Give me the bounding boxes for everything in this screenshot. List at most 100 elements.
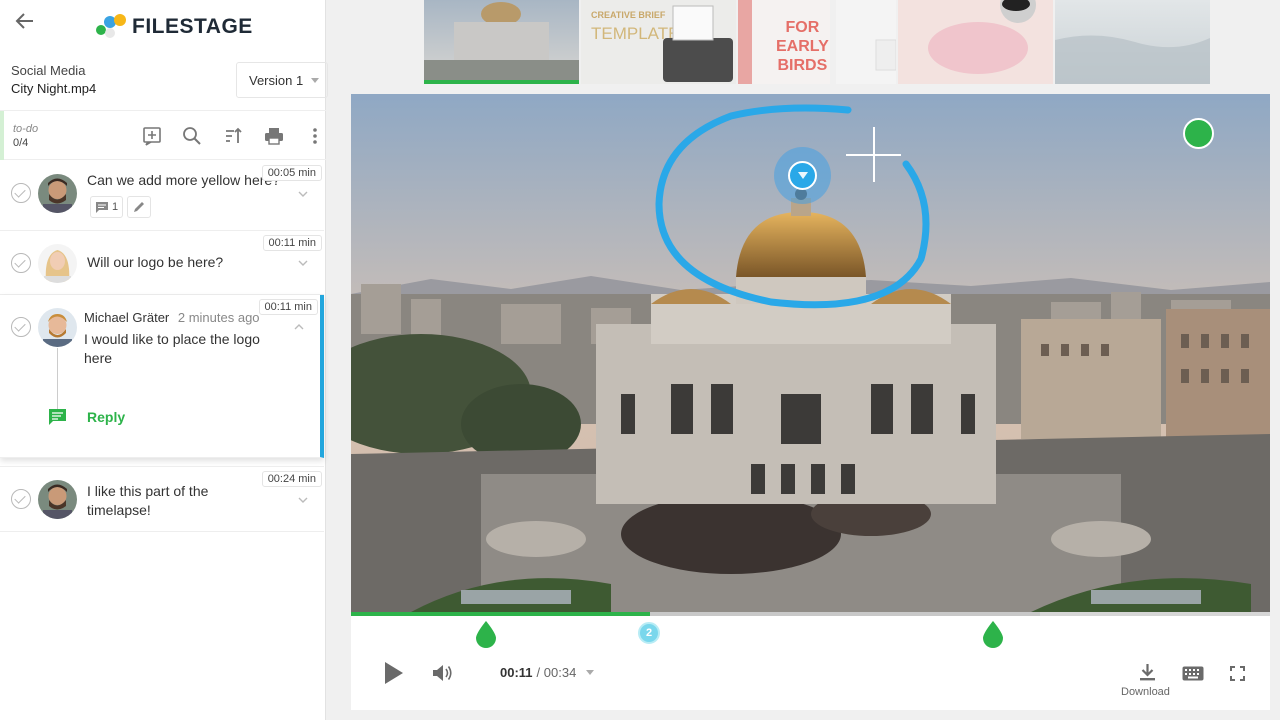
todo-indicator: [0, 111, 4, 160]
annotation-pin[interactable]: [774, 147, 831, 204]
keyboard-icon[interactable]: [1182, 666, 1204, 681]
todo-count: 0/4: [13, 137, 29, 149]
logo-mark-icon: [96, 14, 126, 40]
thread-line: [57, 348, 58, 414]
version-label: Version 1: [249, 72, 304, 88]
avatar: [38, 480, 77, 519]
player-controls: 2 00:11 / 00:34 Download: [351, 612, 1270, 710]
comment-header: Michael Gräter 2 minutes ago: [84, 310, 260, 325]
todo-counter: to-do 0/4: [13, 122, 38, 150]
thumb-accent-bar: [738, 0, 752, 84]
thumb-caption-line: BIRDS: [777, 57, 828, 74]
fullscreen-icon[interactable]: [1230, 666, 1245, 681]
comment-text: Will our logo be here?: [87, 254, 224, 270]
volume-icon[interactable]: [432, 663, 454, 683]
chevron-down-icon: [311, 77, 320, 83]
comment-item[interactable]: Can we add more yellow here? 00:05 min 1: [0, 161, 324, 231]
filmstrip-thumb-palace[interactable]: [424, 0, 579, 84]
more-vertical-icon[interactable]: [304, 125, 326, 147]
comment-timestamp[interactable]: 00:24 min: [261, 471, 322, 487]
comment-marker-group[interactable]: 2: [638, 622, 660, 644]
reply-label: Reply: [87, 409, 126, 425]
avatar: [38, 244, 77, 283]
comment-age: 2 minutes ago: [177, 310, 260, 325]
avatar: [38, 174, 77, 213]
comment-marker[interactable]: [982, 620, 1004, 648]
timeline[interactable]: [351, 612, 1270, 616]
timeline-buffer: [650, 612, 1040, 616]
resolve-checkbox[interactable]: [11, 253, 31, 273]
filmstrip-thumb-desk[interactable]: [836, 0, 896, 84]
typewriter-image: [663, 5, 733, 82]
play-icon[interactable]: [383, 661, 405, 685]
sort-icon[interactable]: [222, 125, 244, 147]
video-viewer[interactable]: [351, 94, 1270, 612]
palace-thumb-image: [424, 2, 579, 84]
comment-text-line: I like this part of the: [87, 483, 209, 499]
todo-label: to-do: [13, 123, 39, 135]
resolve-checkbox[interactable]: [11, 183, 31, 203]
reply-icon: [49, 409, 66, 425]
comment-author: Michael Gräter: [84, 310, 170, 325]
comment-text: I would like to place the logo here: [84, 330, 260, 368]
comment-text-line: here: [84, 350, 113, 366]
comment-item[interactable]: I like this part of the timelapse! 00:24…: [0, 466, 324, 532]
thumb-caption: CREATIVE BRIEF: [591, 10, 666, 20]
version-select[interactable]: Version 1: [236, 62, 328, 98]
sidebar: FILESTAGE Social Media City Night.mp4 Ve…: [0, 0, 328, 720]
chevron-up-icon[interactable]: [294, 322, 304, 332]
water-thumb-image: [1055, 35, 1210, 84]
comment-item-active[interactable]: Michael Gräter 2 minutes ago I would lik…: [0, 295, 324, 458]
filmstrip-thumb-dog[interactable]: [898, 0, 1053, 84]
comment-meta: 1: [90, 196, 152, 218]
resolve-checkbox[interactable]: [11, 317, 31, 337]
back-arrow-icon[interactable]: [14, 10, 36, 32]
thumb-caption-line: EARLY: [776, 38, 829, 55]
replies-count: 1: [112, 201, 119, 213]
comment-text-line: timelapse!: [87, 502, 151, 518]
comment-toolbar: to-do 0/4: [0, 110, 326, 160]
comment-text: Can we add more yellow here?: [87, 172, 280, 188]
timeline-progress: [351, 612, 650, 616]
comment-marker[interactable]: [475, 620, 497, 648]
duration: / 00:34: [536, 665, 577, 680]
file-info: Social Media City Night.mp4: [11, 62, 96, 98]
chevron-down-icon: [586, 670, 595, 675]
thumb-caption-line: FOR: [785, 19, 820, 36]
marker-count: 2: [645, 627, 653, 639]
comment-text: I like this part of the timelapse!: [87, 482, 208, 520]
chevron-down-icon[interactable]: [298, 189, 308, 199]
annotation-chip[interactable]: [127, 196, 152, 218]
comment-timestamp[interactable]: 00:11 min: [258, 299, 318, 315]
app-logo[interactable]: FILESTAGE: [96, 14, 253, 40]
file-name: City Night.mp4: [11, 81, 97, 96]
replies-chip[interactable]: 1: [90, 196, 124, 218]
status-indicator[interactable]: [1183, 118, 1214, 149]
chevron-down-icon[interactable]: [298, 258, 308, 268]
avatar: [38, 308, 77, 347]
comment-timestamp[interactable]: 00:11 min: [262, 235, 322, 251]
print-icon[interactable]: [263, 125, 285, 147]
speech-bubble-icon: [96, 201, 108, 213]
pencil-icon: [134, 202, 145, 212]
chevron-down-icon[interactable]: [298, 495, 308, 505]
annotation-pin-icon: [788, 161, 817, 190]
folder-name: Social Media: [11, 63, 86, 78]
comment-item[interactable]: Will our logo be here? 00:11 min: [0, 231, 324, 295]
add-comment-icon[interactable]: [141, 125, 163, 147]
current-time: 00:11: [500, 665, 533, 680]
thumb-caption: FOR EARLY BIRDS: [776, 18, 829, 75]
reply-button[interactable]: Reply: [48, 408, 125, 426]
filmstrip-thumb-early-birds[interactable]: FOR EARLY BIRDS: [738, 0, 830, 84]
dog-thumb-image: [898, 0, 1053, 84]
resolve-checkbox[interactable]: [11, 489, 31, 509]
app-name: FILESTAGE: [132, 15, 253, 38]
filmstrip-thumb-brief[interactable]: CREATIVE BRIEF TEMPLATE: [581, 0, 736, 84]
filmstrip-thumb-water[interactable]: [1055, 0, 1210, 84]
comment-text-line: I would like to place the logo: [84, 331, 260, 347]
download-icon[interactable]: [1139, 663, 1156, 681]
search-icon[interactable]: [181, 125, 203, 147]
comment-timestamp[interactable]: 00:05 min: [261, 165, 322, 181]
download-label[interactable]: Download: [1121, 686, 1170, 698]
time-display[interactable]: 00:11 / 00:34: [500, 665, 595, 680]
